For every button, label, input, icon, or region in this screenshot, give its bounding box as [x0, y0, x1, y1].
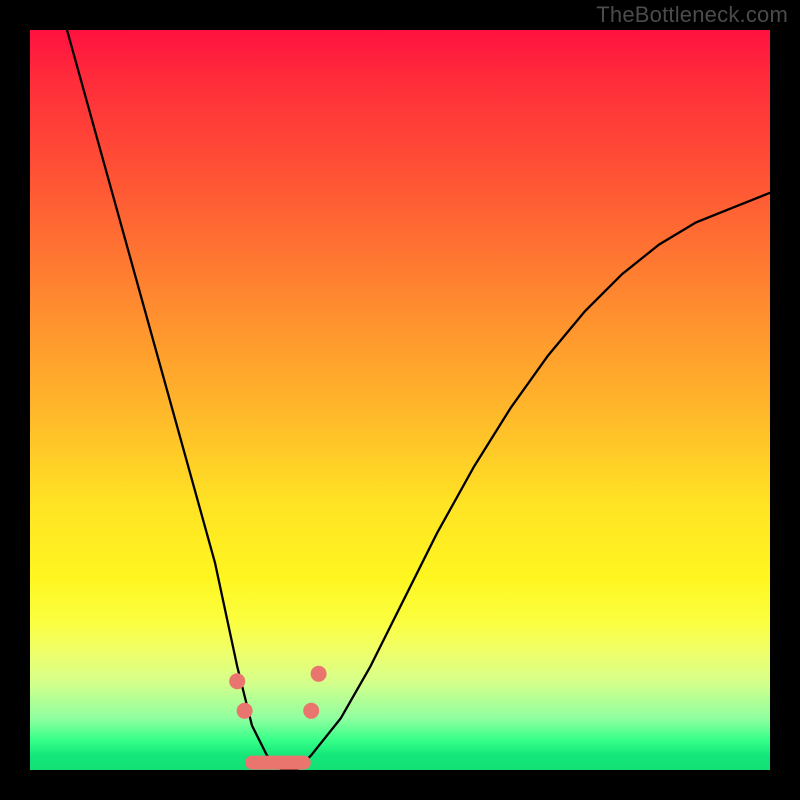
valley-marker-dot — [237, 703, 253, 719]
chart-frame: TheBottleneck.com — [0, 0, 800, 800]
gradient-plot-area — [30, 30, 770, 770]
bottleneck-curve — [67, 30, 770, 770]
valley-marker-dot — [303, 703, 319, 719]
valley-marker-dot — [229, 673, 245, 689]
watermark-text: TheBottleneck.com — [596, 2, 788, 28]
curve-layer — [30, 30, 770, 770]
valley-marker-dot — [311, 666, 327, 682]
